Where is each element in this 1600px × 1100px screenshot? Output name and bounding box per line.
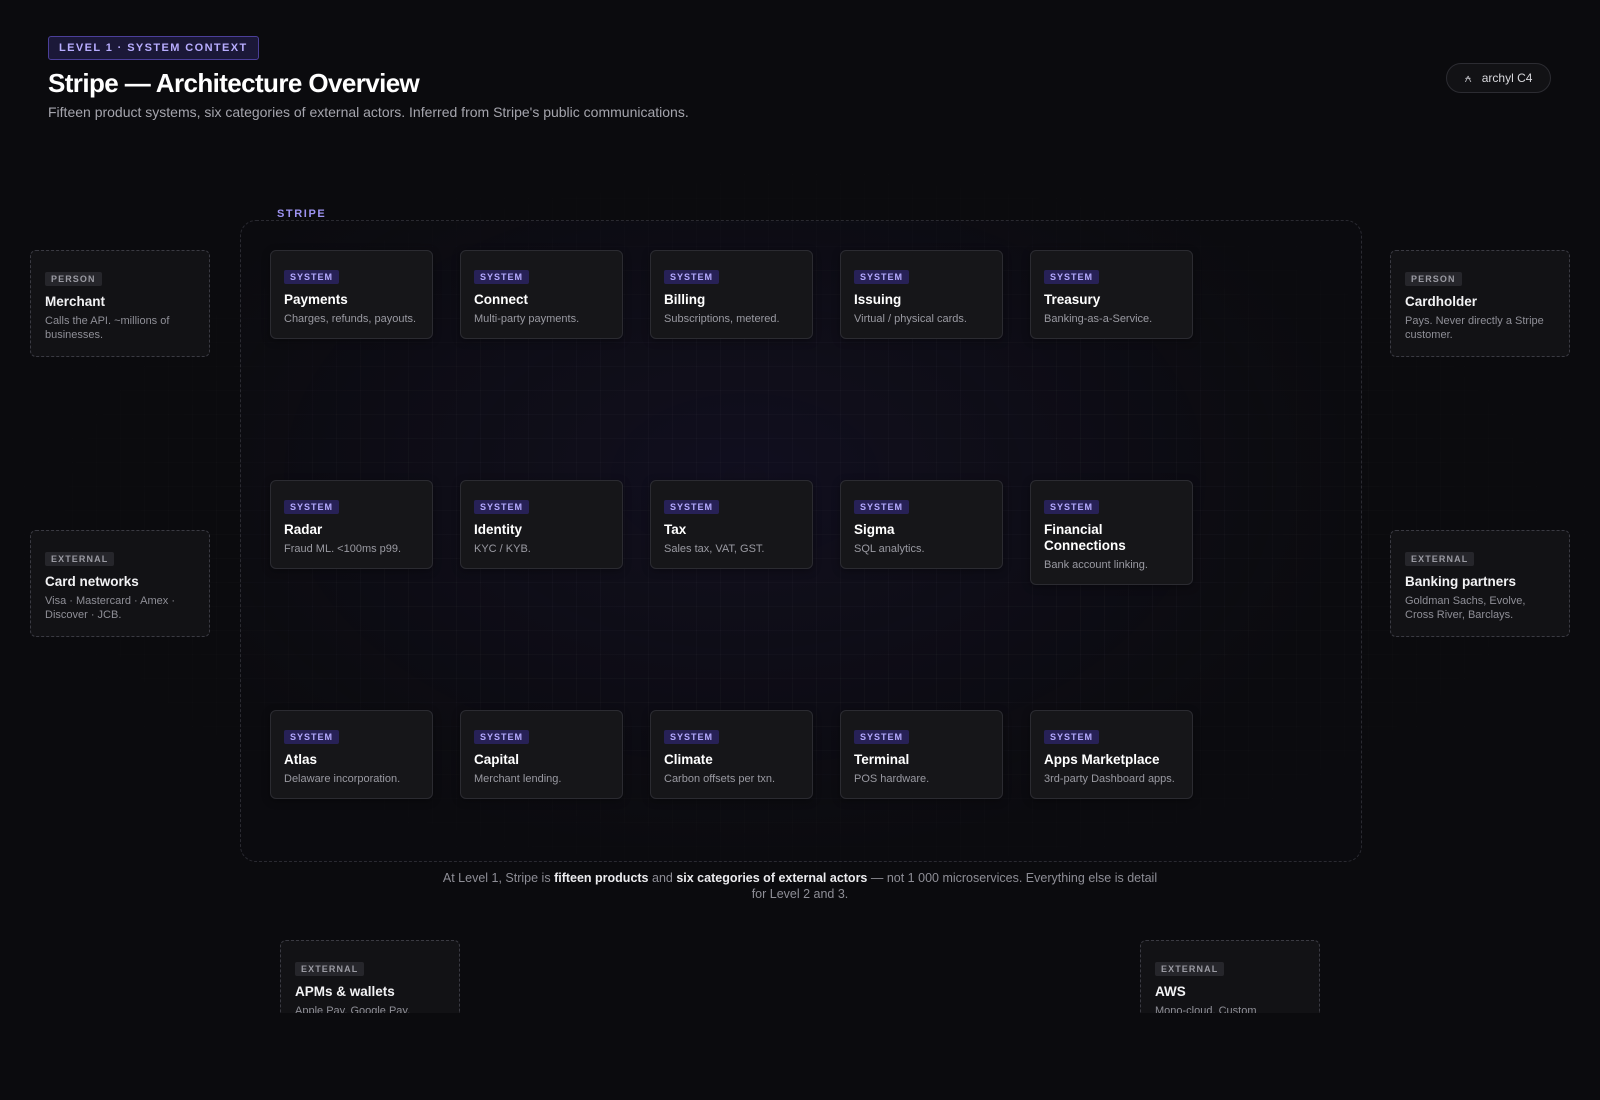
system-desc: POS hardware.	[854, 773, 930, 785]
system-name: Identity	[474, 522, 523, 537]
system-card-treasury[interactable]: SYSTEM Treasury Banking-as-a-Service.	[1030, 250, 1193, 339]
system-card-apps-marketplace[interactable]: SYSTEM Apps Marketplace 3rd-party Dashbo…	[1030, 710, 1193, 799]
system-name: Connect	[474, 292, 528, 307]
system-desc: Banking-as-a-Service.	[1044, 313, 1153, 325]
actor-card-apms-wallets[interactable]: EXTERNAL APMs & wallets Apple Pay, Googl…	[280, 940, 460, 1013]
actor-desc: Apple Pay, Google Pay,	[295, 1005, 411, 1013]
system-card-financial-connections[interactable]: SYSTEM Financial Connections Bank accoun…	[1030, 480, 1193, 585]
brand-label: archyl C4	[1481, 71, 1533, 85]
system-tag: SYSTEM	[1044, 730, 1100, 744]
system-tag: SYSTEM	[474, 500, 530, 514]
system-tag: SYSTEM	[1044, 500, 1100, 514]
system-name: Capital	[474, 752, 520, 767]
actor-tag: EXTERNAL	[295, 962, 365, 976]
system-card-payments[interactable]: SYSTEM Payments Charges, refunds, payout…	[270, 250, 433, 339]
actor-name: Banking partners	[1405, 574, 1517, 589]
actor-tag: PERSON	[45, 272, 102, 286]
actor-desc: Mono-cloud. Custom	[1155, 1005, 1257, 1013]
system-tag: SYSTEM	[1044, 270, 1100, 284]
system-desc: 3rd-party Dashboard apps.	[1044, 773, 1175, 785]
footnote-emphasis: six categories of external actors	[676, 871, 868, 885]
system-tag: SYSTEM	[284, 500, 340, 514]
system-name: Atlas	[284, 752, 318, 767]
actor-tag: EXTERNAL	[45, 552, 115, 566]
actor-tag: EXTERNAL	[1155, 962, 1225, 976]
system-tag: SYSTEM	[474, 730, 530, 744]
system-desc: Fraud ML. <100ms p99.	[284, 543, 402, 555]
system-card-billing[interactable]: SYSTEM Billing Subscriptions, metered.	[650, 250, 813, 339]
system-tag: SYSTEM	[854, 500, 910, 514]
archyl-logo-icon: ⍲	[1464, 70, 1472, 85]
system-tag: SYSTEM	[664, 730, 720, 744]
system-desc: Delaware incorporation.	[284, 773, 401, 785]
system-name: Apps Marketplace	[1044, 752, 1160, 767]
actor-desc: Goldman Sachs, Evolve, Cross River, Barc…	[1405, 595, 1526, 621]
system-desc: Virtual / physical cards.	[854, 313, 967, 325]
actor-desc: Visa · Mastercard · Amex · Discover · JC…	[45, 595, 175, 621]
system-card-identity[interactable]: SYSTEM Identity KYC / KYB.	[460, 480, 623, 569]
system-desc: Bank account linking.	[1044, 559, 1148, 571]
system-name: Tax	[664, 522, 687, 537]
system-desc: Multi-party payments.	[474, 313, 580, 325]
actor-name: AWS	[1155, 984, 1186, 999]
actor-name: Card networks	[45, 574, 139, 589]
system-desc: Merchant lending.	[474, 773, 562, 785]
system-name: Financial Connections	[1044, 522, 1126, 553]
system-desc: Carbon offsets per txn.	[664, 773, 776, 785]
actor-name: Cardholder	[1405, 294, 1478, 309]
actor-name: Merchant	[45, 294, 106, 309]
system-card-connect[interactable]: SYSTEM Connect Multi-party payments.	[460, 250, 623, 339]
system-card-issuing[interactable]: SYSTEM Issuing Virtual / physical cards.	[840, 250, 1003, 339]
footnote-text: At Level 1, Stripe is	[442, 871, 555, 885]
system-tag: SYSTEM	[284, 730, 340, 744]
system-tag: SYSTEM	[664, 270, 720, 284]
page-title: Stripe — Architecture Overview	[48, 68, 420, 98]
system-card-capital[interactable]: SYSTEM Capital Merchant lending.	[460, 710, 623, 799]
system-tag: SYSTEM	[474, 270, 530, 284]
actor-card-cardholder[interactable]: PERSON Cardholder Pays. Never directly a…	[1390, 250, 1570, 357]
system-name: Treasury	[1044, 292, 1101, 307]
system-name: Terminal	[854, 752, 910, 767]
actor-tag: PERSON	[1405, 272, 1462, 286]
page-subtitle: Fifteen product systems, six categories …	[48, 104, 689, 120]
system-name: Billing	[664, 292, 706, 307]
boundary-label: STRIPE	[268, 208, 336, 220]
system-desc: Sales tax, VAT, GST.	[664, 543, 765, 555]
system-name: Climate	[664, 752, 713, 767]
system-card-sigma[interactable]: SYSTEM Sigma SQL analytics.	[840, 480, 1003, 569]
system-name: Radar	[284, 522, 323, 537]
system-card-radar[interactable]: SYSTEM Radar Fraud ML. <100ms p99.	[270, 480, 433, 569]
actor-name: APMs & wallets	[295, 984, 395, 999]
footnote-text: and	[648, 871, 677, 885]
system-card-tax[interactable]: SYSTEM Tax Sales tax, VAT, GST.	[650, 480, 813, 569]
system-tag: SYSTEM	[664, 500, 720, 514]
level-badge: LEVEL 1 · SYSTEM CONTEXT	[48, 36, 259, 60]
system-card-atlas[interactable]: SYSTEM Atlas Delaware incorporation.	[270, 710, 433, 799]
actor-card-banking-partners[interactable]: EXTERNAL Banking partners Goldman Sachs,…	[1390, 530, 1570, 637]
system-desc: KYC / KYB.	[474, 543, 531, 555]
system-tag: SYSTEM	[854, 730, 910, 744]
actor-card-card-networks[interactable]: EXTERNAL Card networks Visa · Mastercard…	[30, 530, 210, 637]
actor-desc: Calls the API. ~millions of businesses.	[45, 315, 170, 341]
footnote-emphasis: fifteen products	[554, 871, 649, 885]
actor-tag: EXTERNAL	[1405, 552, 1475, 566]
system-desc: Charges, refunds, payouts.	[284, 313, 417, 325]
system-desc: Subscriptions, metered.	[664, 313, 780, 325]
system-desc: SQL analytics.	[854, 543, 925, 555]
actor-card-merchant[interactable]: PERSON Merchant Calls the API. ~millions…	[30, 250, 210, 357]
system-tag: SYSTEM	[284, 270, 340, 284]
system-card-terminal[interactable]: SYSTEM Terminal POS hardware.	[840, 710, 1003, 799]
actor-card-aws[interactable]: EXTERNAL AWS Mono-cloud. Custom	[1140, 940, 1320, 1013]
system-card-climate[interactable]: SYSTEM Climate Carbon offsets per txn.	[650, 710, 813, 799]
level-footnote: At Level 1, Stripe is fifteen products a…	[440, 870, 1160, 902]
system-name: Sigma	[854, 522, 895, 537]
system-tag: SYSTEM	[854, 270, 910, 284]
system-name: Issuing	[854, 292, 902, 307]
actor-desc: Pays. Never directly a Stripe customer.	[1405, 315, 1544, 341]
archyl-brand-button[interactable]: ⍲ archyl C4	[1446, 63, 1551, 93]
system-name: Payments	[284, 292, 348, 307]
